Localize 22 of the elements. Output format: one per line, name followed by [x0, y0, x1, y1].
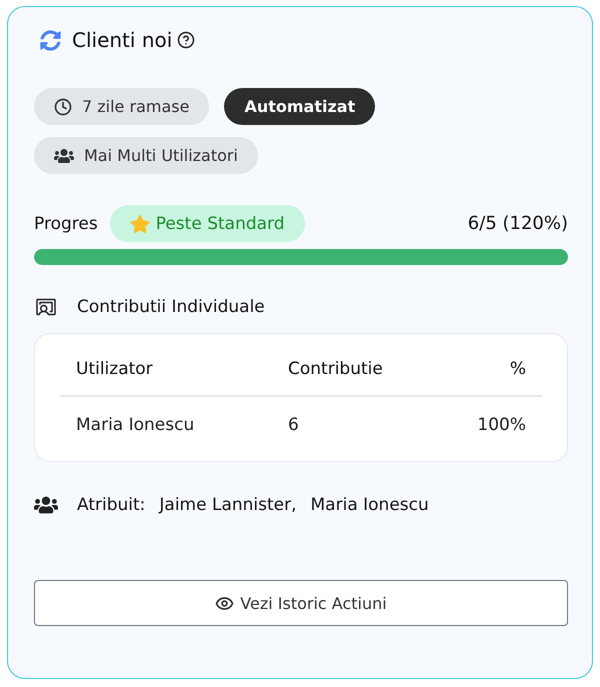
status-badge: Peste Standard	[110, 205, 305, 242]
progress-reading: 6/5 (120%)	[468, 213, 568, 234]
help-icon[interactable]	[177, 31, 196, 49]
mode-badge: Automatizat	[224, 88, 376, 125]
assigned-label: Atribuit:	[77, 495, 146, 515]
table-cell-text: 100%	[476, 414, 527, 437]
column-header: %	[461, 342, 542, 397]
progress-label: Progres	[34, 214, 98, 234]
table-cell-text: 6	[287, 414, 300, 437]
clock-icon	[54, 98, 72, 116]
card-title: Clienti noi	[72, 28, 172, 52]
star-icon	[130, 214, 150, 234]
assignee-name: Jaime Lannister,	[159, 495, 297, 515]
refresh-icon[interactable]	[40, 30, 61, 50]
section-title: Contributii Individuale	[77, 297, 265, 317]
users-badge: Mai Multi Utilizatori	[34, 137, 258, 174]
column-header: Utilizator	[60, 342, 272, 397]
assignee-name: Maria Ionescu	[310, 495, 429, 515]
table-cell-text: Maria Ionescu	[75, 414, 196, 437]
column-header: Contributie	[272, 342, 462, 397]
time-left-badge: 7 zile ramase	[34, 88, 210, 125]
history-button[interactable]: Vezi Istoric Actiuni	[34, 580, 568, 626]
